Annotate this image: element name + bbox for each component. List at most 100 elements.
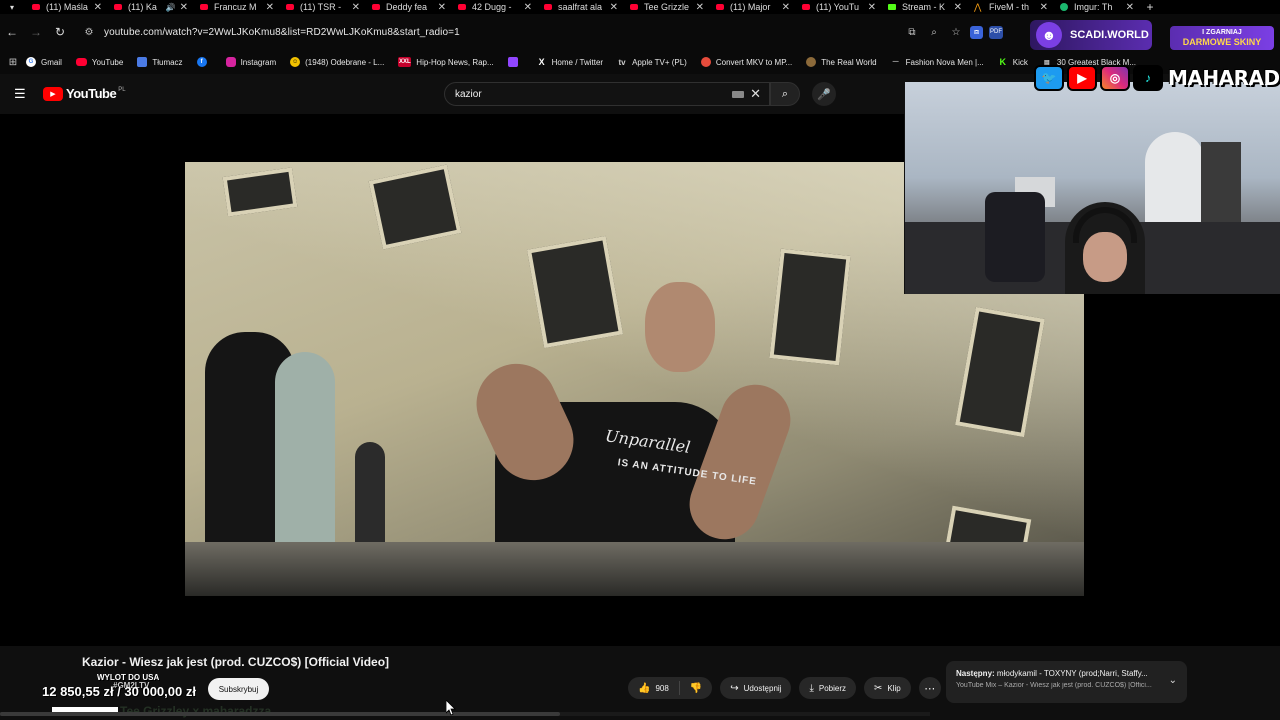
like-button[interactable]: 👍 908: [628, 681, 680, 695]
bookmark-item[interactable]: G Gmail: [26, 57, 62, 67]
chevron-down-icon[interactable]: ⌄: [1169, 675, 1177, 686]
bookmark-item[interactable]: [507, 57, 523, 67]
tab-title: Francuz M: [214, 2, 257, 12]
close-tab-icon[interactable]: ✕: [954, 2, 962, 13]
search-query[interactable]: kazior: [455, 89, 732, 100]
zoom-icon[interactable]: ⌕: [926, 24, 942, 40]
share-button[interactable]: ↪ Udostępnij: [720, 677, 792, 699]
close-tab-icon[interactable]: ✕: [1040, 2, 1048, 13]
bookmark-item[interactable]: f: [196, 57, 212, 67]
back-arrow-icon[interactable]: ←: [0, 14, 24, 50]
tab-title: (11) Major: [730, 2, 771, 12]
close-tab-icon[interactable]: ✕: [180, 2, 188, 13]
bookmark-label: YouTube: [91, 57, 124, 67]
thumbs-up-icon: 👍: [638, 682, 651, 694]
site-info-icon[interactable]: ⚙: [80, 27, 98, 38]
search-button[interactable]: ⌕: [770, 82, 800, 106]
close-tab-icon[interactable]: ✕: [266, 2, 274, 13]
browser-tab[interactable]: (11) TSR - ✕: [278, 0, 364, 14]
scrollbar-thumb[interactable]: [0, 712, 560, 716]
mascot-icon: ☻: [1036, 22, 1062, 48]
google-icon: G: [26, 57, 36, 67]
menu-icon[interactable]: ☰: [14, 86, 28, 102]
bookmark-item[interactable]: tv Apple TV+ (PL): [617, 57, 687, 67]
voice-search-button[interactable]: 🎤: [812, 82, 836, 106]
share-label: Udostępnij: [743, 683, 782, 693]
close-tab-icon[interactable]: ✕: [94, 2, 102, 13]
bookmark-item[interactable]: ☺ (1948) Odebrane - L...: [290, 57, 384, 67]
install-app-icon[interactable]: ⧉: [904, 24, 920, 40]
bookmark-item[interactable]: YouTube: [75, 57, 124, 67]
bookmark-item[interactable]: The Real World: [806, 57, 877, 67]
bookmark-item[interactable]: K Kick: [998, 57, 1028, 67]
subscribe-button[interactable]: Subskrybuj: [208, 678, 269, 700]
youtube-icon: [286, 4, 294, 10]
keyboard-icon[interactable]: [732, 90, 745, 98]
bookmark-star-icon[interactable]: ☆: [948, 24, 964, 40]
tab-title: (11) TSR -: [300, 2, 342, 12]
browser-tab[interactable]: (11) Major ✕: [708, 0, 794, 14]
close-tab-icon[interactable]: ✕: [610, 2, 618, 13]
youtube-logo[interactable]: ▶ YouTube PL: [43, 86, 126, 101]
tab-title: Imgur: Th: [1074, 2, 1113, 12]
search-input[interactable]: kazior ✕: [444, 82, 770, 106]
apple-icon: tv: [618, 57, 626, 67]
new-tab-button[interactable]: +: [1142, 0, 1158, 14]
browser-tab[interactable]: saalfrat ala ✕: [536, 0, 622, 14]
close-tab-icon[interactable]: ✕: [1126, 2, 1134, 13]
browser-tab[interactable]: 42 Dugg - ✕: [450, 0, 536, 14]
close-tab-icon[interactable]: ✕: [438, 2, 446, 13]
speaker-icon[interactable]: 🔊: [166, 3, 176, 12]
download-button[interactable]: ⤓ Pobierz: [799, 677, 857, 699]
car-roof: [185, 542, 1084, 596]
close-tab-icon[interactable]: ✕: [352, 2, 360, 13]
close-icon[interactable]: ✕: [750, 86, 761, 102]
tab-title: (11) Maśla: [46, 2, 88, 12]
browser-tab[interactable]: ⋀ FiveM - th ✕: [966, 0, 1052, 14]
bookmark-item[interactable]: Instagram: [225, 57, 276, 67]
close-tab-icon[interactable]: ✕: [696, 2, 704, 13]
bookmark-item[interactable]: Convert MKV to MP...: [700, 57, 792, 67]
browser-tab[interactable]: Stream - K ✕: [880, 0, 966, 14]
forward-arrow-icon[interactable]: →: [24, 14, 48, 50]
browser-tab[interactable]: (11) Maśla ✕: [24, 0, 106, 14]
youtube-icon: [200, 4, 208, 10]
browser-tab[interactable]: Imgur: Th ✕: [1052, 0, 1138, 14]
close-tab-icon[interactable]: ✕: [782, 2, 790, 13]
action-bar: 👍 908 👎 ↪ Udostępnij ⤓ Pobierz ✂ Klip ⋯: [628, 677, 941, 699]
bookmark-label: Fashion Nova Men |...: [905, 57, 984, 67]
tab-title: Stream - K: [902, 2, 946, 12]
youtube-icon: [458, 4, 466, 10]
promo-banner: I ZGARNIAJ DARMOWE SKINY: [1170, 26, 1274, 50]
more-actions-button[interactable]: ⋯: [918, 677, 941, 699]
extension-translate-icon[interactable]: ⧈: [970, 25, 983, 39]
promo-line2: DARMOWE SKINY: [1182, 37, 1262, 47]
browser-tab[interactable]: (11) Ka 🔊 ✕: [106, 0, 192, 14]
apps-grid-icon[interactable]: ⊞: [0, 57, 26, 68]
clip-label: Klip: [887, 683, 901, 693]
next-up-card[interactable]: Następny: młodykamil - TOXYNY (prod;Narr…: [946, 661, 1187, 703]
country-code: PL: [118, 86, 126, 93]
bookmark-item[interactable]: Tłumacz: [137, 57, 183, 67]
scissors-icon: ✂: [874, 682, 883, 694]
extension-pdf-icon[interactable]: PDF: [989, 25, 1003, 39]
tab-search-chevron-icon[interactable]: ▾: [0, 0, 24, 14]
bookmark-label: Hip-Hop News, Rap...: [416, 57, 494, 67]
bookmark-item[interactable]: XXL Hip-Hop News, Rap...: [398, 57, 494, 67]
close-tab-icon[interactable]: ✕: [868, 2, 876, 13]
browser-tab[interactable]: Francuz M ✕: [192, 0, 278, 14]
page-scrollbar[interactable]: [0, 712, 930, 716]
url-text[interactable]: youtube.com/watch?v=2WwLJKoKmu8&list=RD2…: [104, 27, 460, 38]
url-field[interactable]: ⚙ youtube.com/watch?v=2WwLJKoKmu8&list=R…: [80, 22, 980, 42]
close-tab-icon[interactable]: ✕: [524, 2, 532, 13]
bookmark-label: Apple TV+ (PL): [632, 57, 687, 67]
youtube-icon: [75, 58, 87, 66]
dislike-button[interactable]: 👎: [680, 683, 712, 694]
clip-button[interactable]: ✂ Klip: [864, 677, 911, 699]
browser-tab[interactable]: (11) YouTu ✕: [794, 0, 880, 14]
bookmark-item[interactable]: — Fashion Nova Men |...: [891, 57, 984, 67]
browser-tab[interactable]: Tee Grizzle ✕: [622, 0, 708, 14]
bookmark-item[interactable]: X Home / Twitter: [537, 57, 603, 67]
browser-tab[interactable]: Deddy fea ✕: [364, 0, 450, 14]
reload-icon[interactable]: ↻: [48, 14, 72, 50]
